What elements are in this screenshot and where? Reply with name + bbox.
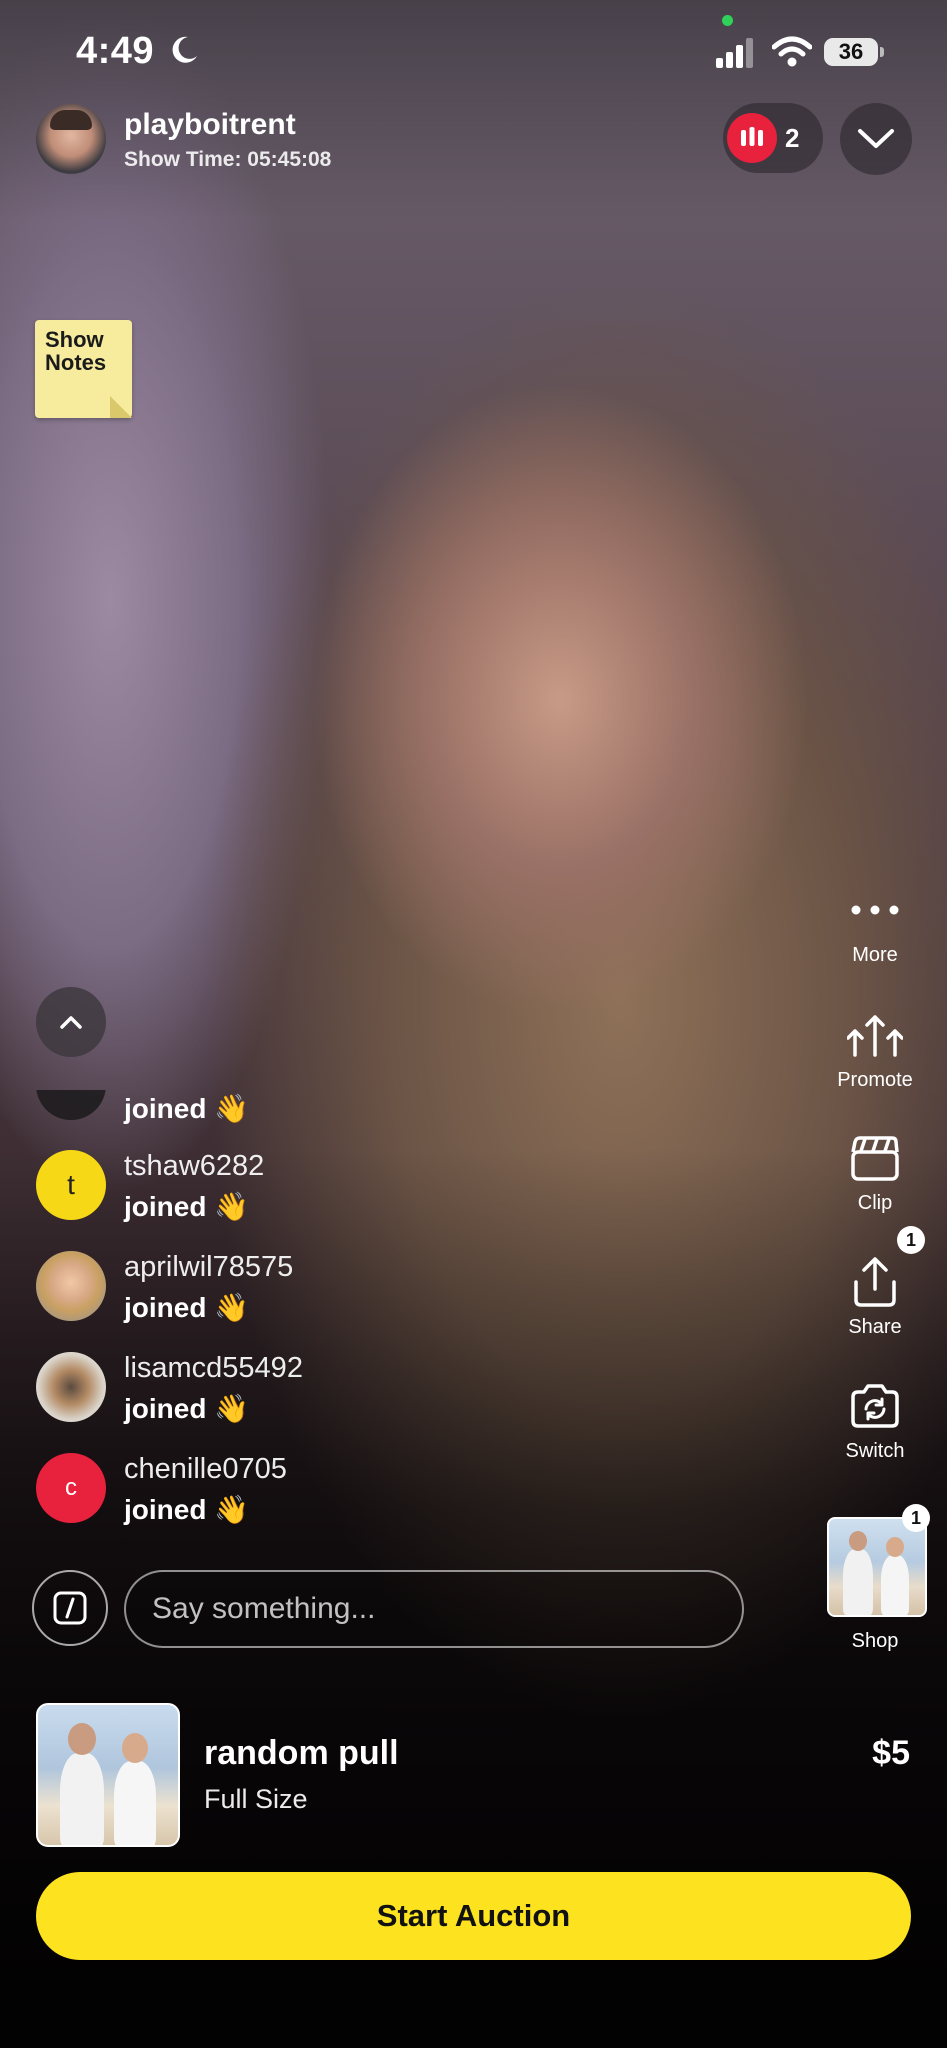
product-title: random pull xyxy=(204,1734,399,1772)
chat-message: aprilwil78575 joined 👋 xyxy=(36,1251,556,1331)
chevron-up-icon xyxy=(60,1016,82,1029)
product-price: $5 xyxy=(872,1734,910,1772)
promote-label: Promote xyxy=(837,1069,913,1091)
show-time: Show Time: 05:45:08 xyxy=(124,148,332,171)
collapse-button[interactable] xyxy=(840,103,912,175)
chat-input[interactable]: Say something... xyxy=(124,1570,744,1648)
switch-label: Switch xyxy=(845,1440,905,1462)
shop-thumbnail[interactable] xyxy=(827,1517,927,1617)
clip-button[interactable]: Clip xyxy=(815,1128,935,1215)
share-icon xyxy=(854,1257,896,1307)
chat-message: lisamcd55492 joined 👋 xyxy=(36,1352,556,1432)
chat-text: joined 👋 xyxy=(124,1292,250,1323)
wifi-icon xyxy=(772,36,812,67)
share-badge: 1 xyxy=(897,1226,925,1254)
host-username[interactable]: playboitrent xyxy=(124,108,296,142)
switch-camera-icon xyxy=(851,1384,899,1428)
clip-label: Clip xyxy=(857,1192,893,1214)
promote-arrows-icon xyxy=(847,1015,903,1057)
chat-text: joined 👋 xyxy=(124,1393,250,1424)
battery-indicator: 36 xyxy=(824,38,878,66)
product-subtitle: Full Size xyxy=(204,1784,308,1814)
chevron-down-icon xyxy=(858,129,894,148)
start-auction-button[interactable]: Start Auction xyxy=(36,1872,911,1960)
commands-button[interactable] xyxy=(32,1570,108,1646)
shop-label: Shop xyxy=(851,1630,899,1652)
chat-text: joined 👋 xyxy=(124,1494,250,1525)
shop-badge: 1 xyxy=(902,1504,930,1532)
chat-avatar[interactable]: t xyxy=(36,1150,106,1220)
battery-tip xyxy=(880,47,884,57)
share-button[interactable]: Share 1 xyxy=(815,1226,935,1339)
show-notes-line2: Notes xyxy=(45,350,107,375)
chat-text: joined 👋 xyxy=(124,1191,250,1222)
chat-avatar[interactable] xyxy=(36,1251,106,1321)
chat-message: c chenille0705 joined 👋 xyxy=(36,1453,556,1533)
shop-button[interactable]: Shop xyxy=(815,1626,935,1653)
live-viewers-icon xyxy=(727,113,777,163)
moon-icon xyxy=(172,36,197,63)
partial-chat-message: joined 👋 xyxy=(124,1093,250,1124)
chat-scroll-up-button[interactable] xyxy=(36,987,106,1057)
more-dots-icon xyxy=(851,905,899,915)
chat-message: t tshaw6282 joined 👋 xyxy=(36,1150,556,1230)
more-button[interactable]: More xyxy=(815,880,935,967)
host-avatar[interactable] xyxy=(36,104,106,174)
chat-username[interactable]: chenille0705 xyxy=(124,1453,287,1486)
product-thumbnail[interactable] xyxy=(36,1703,180,1847)
share-label: Share xyxy=(848,1316,902,1338)
viewer-count-button[interactable]: 2 xyxy=(723,103,823,173)
chat-username[interactable]: lisamcd55492 xyxy=(124,1352,303,1385)
switch-camera-button[interactable]: Switch xyxy=(815,1376,935,1463)
cellular-signal-icon xyxy=(716,38,753,68)
promote-button[interactable]: Promote xyxy=(815,1005,935,1092)
show-notes-line1: Show xyxy=(45,327,104,352)
clapperboard-icon xyxy=(851,1136,899,1181)
show-notes-button[interactable]: Show Notes xyxy=(35,320,132,418)
chat-username[interactable]: aprilwil78575 xyxy=(124,1251,293,1284)
status-time: 4:49 xyxy=(76,30,155,72)
chat-avatar[interactable]: c xyxy=(36,1453,106,1523)
viewer-count: 2 xyxy=(785,123,800,153)
camera-indicator-dot xyxy=(722,15,733,26)
chat-avatar[interactable] xyxy=(36,1352,106,1422)
slash-command-icon xyxy=(53,1591,87,1625)
chat-username[interactable]: tshaw6282 xyxy=(124,1150,264,1183)
more-label: More xyxy=(852,944,898,966)
